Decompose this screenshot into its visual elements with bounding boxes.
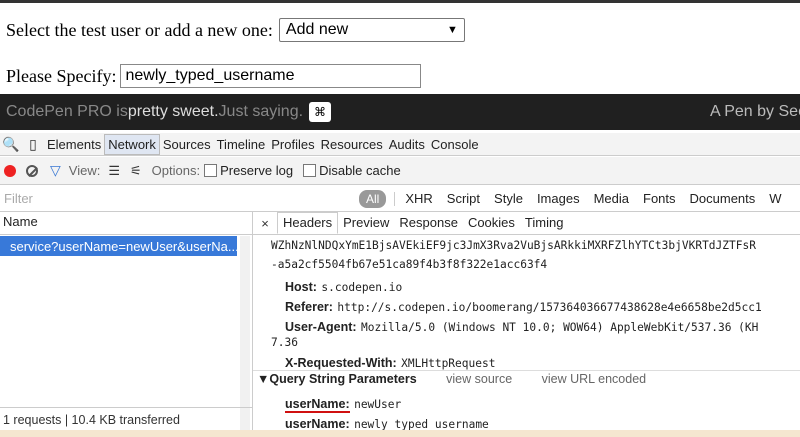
codepen-bar: CodePen PRO is pretty sweet. Just saying… — [0, 94, 800, 130]
filter-xhr[interactable]: XHR — [405, 191, 432, 206]
filter-websockets[interactable]: W — [769, 191, 781, 206]
select-value: Add new — [285, 21, 349, 38]
codepen-text-a: CodePen PRO is — [6, 103, 128, 120]
filter-documents[interactable]: Documents — [690, 191, 756, 206]
details-tabbar: × Headers Preview Response Cookies Timin… — [253, 212, 800, 235]
section-divider — [253, 370, 800, 371]
tab-sources[interactable]: Sources — [160, 135, 214, 154]
header-row-user-agent-cont: 7.36 — [271, 336, 298, 349]
request-row[interactable]: service?userName=newUser&userNa... — [0, 236, 237, 256]
view-label: View: — [68, 163, 101, 178]
filter-script[interactable]: Script — [447, 191, 480, 206]
browser-top-border — [0, 0, 800, 3]
header-key: Host: — [285, 280, 317, 294]
request-details-pane: × Headers Preview Response Cookies Timin… — [253, 212, 800, 437]
network-summary: 1 requests | 10.4 KB transferred — [0, 407, 252, 431]
filter-funnel-icon[interactable]: ▽ — [50, 162, 61, 179]
header-key: User-Agent: — [285, 320, 357, 334]
close-icon[interactable]: × — [253, 216, 277, 231]
disable-cache-checkbox[interactable] — [303, 164, 317, 177]
tab-headers[interactable]: Headers — [277, 212, 339, 234]
disable-cache-label: Disable cache — [319, 163, 401, 178]
cookie-line-2: -a5a2cf5504fb67e51ca89f4b3f8f322e1acc63f… — [271, 258, 548, 271]
user-select-row: Select the test user or add a new one: A… — [6, 18, 465, 42]
tab-resources[interactable]: Resources — [318, 135, 386, 154]
user-select[interactable]: Add new ▼ — [278, 18, 465, 42]
param-key: userName: — [285, 397, 350, 413]
tab-timeline[interactable]: Timeline — [214, 135, 269, 154]
filter-media[interactable]: Media — [594, 191, 629, 206]
header-row-user-agent: User-Agent: Mozilla/5.0 (Windows NT 10.0… — [285, 318, 758, 336]
filter-bar: Filter All XHR Script Style Images Media… — [0, 186, 800, 212]
bottom-edge — [0, 430, 800, 437]
specify-label: Please Specify: — [6, 65, 117, 86]
overview-icon[interactable]: ⚟ — [130, 163, 142, 179]
header-value: Mozilla/5.0 (Windows NT 10.0; WOW64) App… — [361, 321, 759, 334]
header-value: s.codepen.io — [321, 281, 403, 294]
network-toolbar: ▽ View: ☰ ⚟ Options: Preserve log Disabl… — [0, 157, 800, 185]
codepen-text-c: Just saying. — [218, 103, 304, 120]
tab-elements[interactable]: Elements — [44, 135, 104, 154]
tab-cookies[interactable]: Cookies — [463, 213, 520, 233]
tab-response[interactable]: Response — [394, 213, 463, 233]
filter-all[interactable]: All — [359, 189, 387, 208]
clear-icon[interactable] — [26, 164, 38, 177]
request-name: service?userName=newUser&userNa... — [10, 238, 237, 254]
filter-fonts[interactable]: Fonts — [643, 191, 676, 206]
pen-author[interactable]: A Pen by Sec — [710, 94, 800, 130]
header-key: X-Requested-With: — [285, 356, 397, 370]
view-url-encoded-link[interactable]: view URL encoded — [542, 372, 646, 386]
name-column-header[interactable]: Name — [0, 212, 252, 235]
tab-audits[interactable]: Audits — [386, 135, 428, 154]
header-row-referer: Referer: http://s.codepen.io/boomerang/1… — [285, 298, 762, 316]
triangle-down-icon: ▼ — [257, 372, 270, 386]
view-source-link[interactable]: view source — [446, 372, 512, 386]
record-icon[interactable] — [4, 164, 16, 177]
specify-row: Please Specify: newly_typed_username — [6, 64, 422, 88]
requests-scrollbar[interactable] — [240, 236, 250, 431]
tab-console[interactable]: Console — [428, 135, 482, 154]
param-row: userName: newUser — [285, 395, 401, 413]
device-mode-icon[interactable]: ▯ — [22, 136, 44, 153]
param-value: newUser — [354, 398, 402, 411]
filter-input[interactable]: Filter — [0, 191, 359, 206]
filter-images[interactable]: Images — [537, 191, 580, 206]
requests-pane: Name service?userName=newUser&userNa... … — [0, 212, 253, 437]
tab-timing[interactable]: Timing — [520, 213, 569, 233]
options-label: Options: — [151, 163, 201, 178]
inspect-search-icon[interactable]: 🔍 — [0, 136, 22, 153]
filter-separator — [394, 191, 396, 206]
filter-style[interactable]: Style — [494, 191, 523, 206]
cookie-line-1: WZhNzNlNDQxYmE1BjsAVEkiEF9jc3JmX3Rva2VuB… — [271, 239, 756, 252]
devtools-tabbar: 🔍 ▯ Elements Network Sources Timeline Pr… — [0, 133, 800, 156]
select-prompt: Select the test user or add a new one: — [6, 19, 273, 40]
tab-profiles[interactable]: Profiles — [268, 135, 317, 154]
header-value: XMLHttpRequest — [401, 357, 496, 370]
codepen-text-b: pretty sweet. — [127, 103, 219, 120]
header-key: Referer: — [285, 300, 333, 314]
preserve-log-label: Preserve log — [220, 163, 294, 178]
command-key-icon[interactable]: ⌘ — [309, 102, 332, 122]
header-value: http://s.codepen.io/boomerang/1573640366… — [337, 301, 762, 314]
header-row-host: Host: s.codepen.io — [285, 278, 402, 296]
tab-network[interactable]: Network — [104, 133, 160, 155]
large-rows-icon[interactable]: ☰ — [108, 163, 120, 179]
tab-preview[interactable]: Preview — [338, 213, 394, 233]
dropdown-arrow-icon: ▼ — [447, 24, 458, 36]
query-string-header[interactable]: ▼Query String Parameters view source vie… — [257, 372, 646, 386]
qs-title: Query String Parameters — [269, 372, 417, 386]
username-input[interactable]: newly_typed_username — [120, 64, 422, 88]
preserve-log-checkbox[interactable] — [204, 164, 218, 177]
